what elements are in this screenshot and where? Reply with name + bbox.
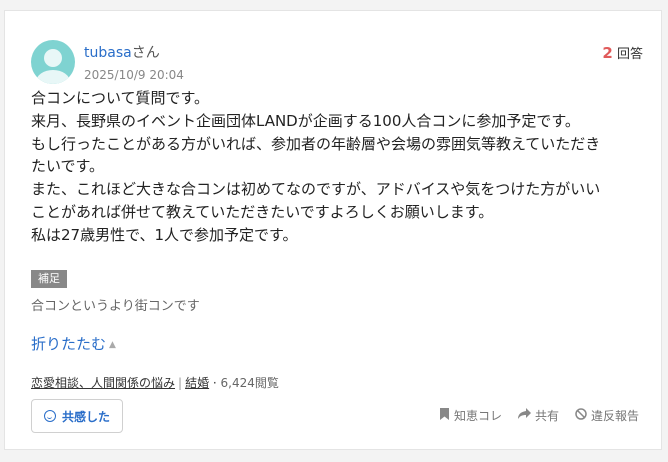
share-arrow-icon (517, 407, 531, 424)
empathy-button[interactable]: 共感した (31, 399, 123, 433)
view-count: 6,424閲覧 (220, 376, 279, 390)
post-date: 2025/10/9 20:04 (84, 68, 184, 82)
caret-up-icon: ▲ (109, 340, 116, 350)
bookmark-button[interactable]: 知恵コレ (439, 407, 502, 424)
supplement-tag: 補足 (31, 270, 67, 288)
username-link[interactable]: tubasa (84, 45, 132, 61)
category-link-love[interactable]: 恋愛相談、人間関係の悩み (31, 376, 175, 390)
honorific: さん (131, 45, 160, 61)
dot-separator: · (209, 376, 221, 390)
report-button[interactable]: 違反報告 (575, 407, 639, 424)
category-line: 恋愛相談、人間関係の悩み | 結婚 · 6,424閲覧 (31, 374, 279, 391)
prohibit-icon (575, 407, 587, 424)
share-label: 共有 (534, 409, 559, 423)
answer-count-label: 回答 (616, 47, 643, 62)
share-button[interactable]: 共有 (517, 407, 559, 424)
question-card: tubasaさん 2025/10/9 20:04 2 回答 合コンについて質問で… (4, 10, 662, 450)
supplement-text: 合コンというより街コンです (31, 299, 200, 314)
bookmark-label: 知恵コレ (453, 409, 502, 423)
question-line: 来月、長野県のイベント企画団体LANDが企画する100人合コンに参加予定です。 (31, 111, 580, 130)
collapse-label: 折りたたむ (31, 335, 107, 353)
answer-count-number: 2 (602, 44, 613, 62)
answer-count[interactable]: 2 回答 (602, 43, 643, 62)
user-avatar[interactable] (31, 40, 75, 84)
bookmark-icon (439, 407, 450, 424)
question-line: もし行ったことがある方がいれば、参加者の年齢層や会場の雰囲気等教えていただき (31, 134, 601, 153)
question-line: ことがあれば併せて教えていただきたいですよろしくお願いします。 (31, 202, 494, 221)
action-bar: 知恵コレ 共有 違反報告 (439, 407, 639, 424)
question-line: 私は27歳男性で、1人で参加予定です。 (31, 225, 298, 244)
empathy-label: 共感した (61, 409, 110, 424)
question-line: 合コンについて質問です。 (31, 89, 210, 107)
user-line: tubasaさん (84, 42, 160, 62)
avatar-head-shape (44, 49, 62, 67)
question-line: また、これほど大きな合コンは初めてなのですが、アドバイスや気をつけた方がいい (31, 180, 601, 199)
category-link-marriage[interactable]: 結婚 (185, 376, 209, 390)
report-label: 違反報告 (590, 409, 639, 423)
avatar-body-shape (36, 70, 70, 84)
question-line: たいです。 (31, 157, 105, 176)
collapse-button[interactable]: 折りたたむ ▲ (31, 333, 116, 354)
smile-icon (43, 410, 56, 422)
question-body: 合コンについて質問です。 来月、長野県のイベント企画団体LANDが企画する100… (31, 87, 651, 247)
category-separator: | (178, 376, 183, 390)
